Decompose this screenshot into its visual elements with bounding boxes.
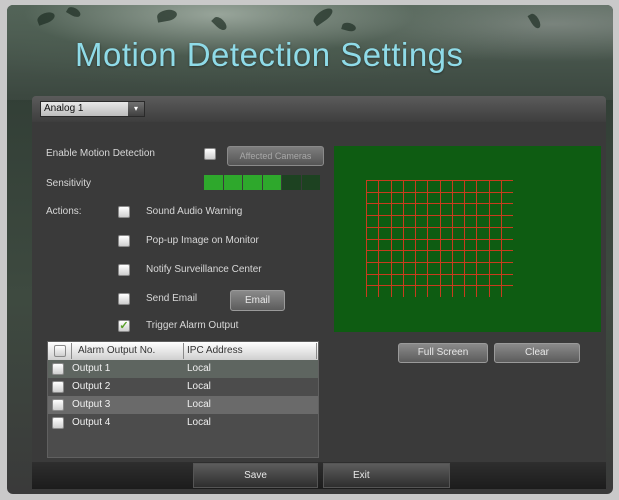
column-divider [183,343,184,359]
sensitivity-segment[interactable] [301,175,320,190]
sound-audio-warning-label: Sound Audio Warning [146,206,243,217]
send-email-checkbox[interactable] [118,293,130,305]
actions-label: Actions: [46,206,82,217]
sensitivity-segment[interactable] [282,175,301,190]
clear-button[interactable]: Clear [494,343,580,363]
notify-center-checkbox[interactable] [118,264,130,276]
enable-motion-checkbox[interactable] [204,148,216,160]
checkmark-icon: ✓ [119,320,129,332]
table-row[interactable]: Output 2 Local [48,378,318,396]
ipc-address: Local [187,381,211,392]
output-number: Output 3 [72,399,111,410]
alarm-output-no-header: Alarm Output No. [78,345,156,356]
chevron-down-icon[interactable]: ▾ [128,102,144,116]
leaf-decoration [341,21,357,33]
alarm-output-table: Alarm Output No. IPC Address Output 1 Lo… [47,341,319,458]
popup-image-checkbox[interactable] [118,235,130,247]
sensitivity-segment[interactable] [262,175,281,190]
leaf-decoration [65,5,83,19]
email-button[interactable]: Email [230,290,285,311]
footer-bar [32,462,606,489]
save-button[interactable]: Save [193,463,318,488]
table-row[interactable]: Output 3 Local [48,396,318,414]
table-row[interactable]: Output 1 Local [48,360,318,378]
full-screen-button[interactable]: Full Screen [398,343,488,363]
table-row[interactable]: Output 4 Local [48,414,318,432]
sensitivity-segment[interactable] [204,175,223,190]
enable-motion-label: Enable Motion Detection [46,148,155,159]
row-checkbox[interactable] [52,399,64,411]
row-checkbox[interactable] [52,363,64,375]
camera-select-value: Analog 1 [44,103,84,114]
page-title: Motion Detection Settings [75,36,464,73]
output-number: Output 4 [72,417,111,428]
send-email-label: Send Email [146,293,198,304]
sensitivity-slider[interactable] [204,175,320,190]
sensitivity-segment[interactable] [223,175,242,190]
motion-preview-area[interactable] [334,146,601,332]
leaf-decoration [527,12,543,30]
row-checkbox[interactable] [52,417,64,429]
trigger-alarm-label: Trigger Alarm Output [146,320,239,331]
table-header: Alarm Output No. IPC Address [48,342,318,360]
window-frame: Motion Detection Settings Analog 1 ▾ Ena… [0,0,619,500]
column-divider [316,343,317,359]
output-number: Output 1 [72,363,111,374]
leaf-decoration [35,10,57,26]
sound-audio-warning-checkbox[interactable] [118,206,130,218]
column-divider [71,343,72,359]
leaf-decoration [156,8,178,23]
ipc-address: Local [187,399,211,410]
leaf-decoration [211,14,229,33]
camera-select[interactable]: Analog 1 ▾ [40,101,145,117]
select-all-checkbox[interactable] [54,345,66,357]
ipc-address-header: IPC Address [187,345,243,356]
notify-center-label: Notify Surveillance Center [146,264,262,275]
motion-grid[interactable] [366,180,513,297]
sensitivity-segment[interactable] [243,175,262,190]
output-number: Output 2 [72,381,111,392]
exit-button[interactable]: Exit [323,463,450,488]
ipc-address: Local [187,417,211,428]
affected-cameras-button[interactable]: Affected Cameras [227,146,324,166]
ipc-address: Local [187,363,211,374]
sensitivity-label: Sensitivity [46,178,92,189]
trigger-alarm-checkbox[interactable]: ✓ [118,320,130,332]
row-checkbox[interactable] [52,381,64,393]
leaf-decoration [311,5,335,27]
popup-image-label: Pop-up Image on Monitor [146,235,259,246]
